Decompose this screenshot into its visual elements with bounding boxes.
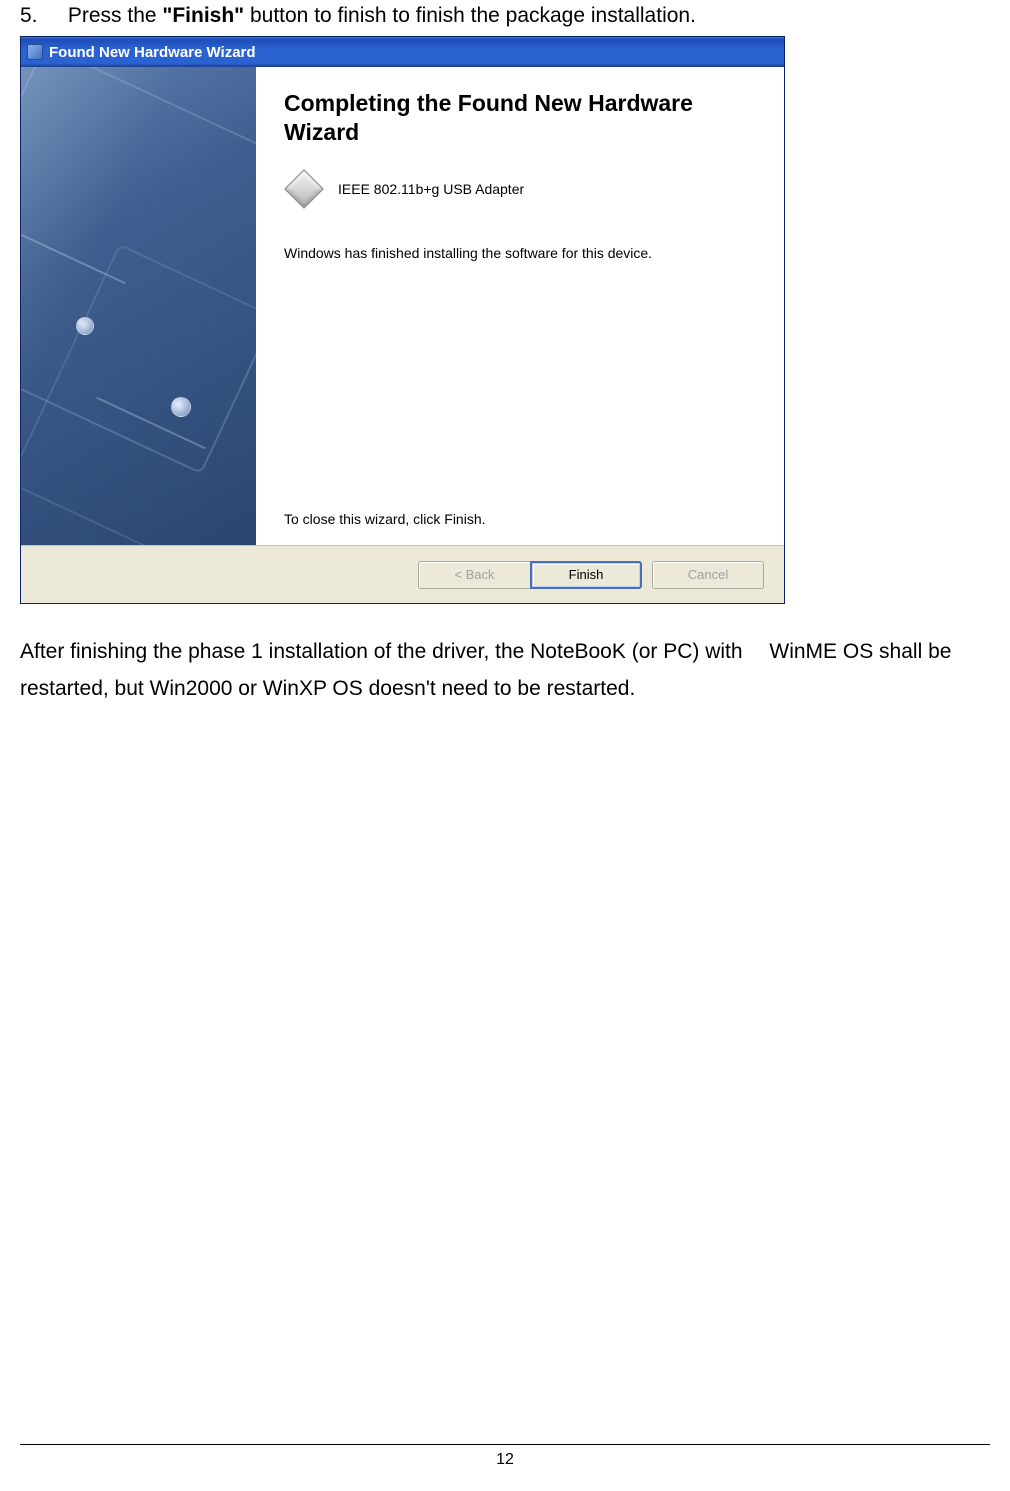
wizard-heading: Completing the Found New Hardware Wizard — [284, 89, 756, 147]
close-hint: To close this wizard, click Finish. — [284, 511, 486, 527]
cancel-button: Cancel — [652, 561, 764, 589]
step-text-pre: Press the — [68, 4, 163, 27]
wizard-dialog: Found New Hardware Wizard Completing the… — [20, 36, 785, 604]
device-icon — [284, 169, 324, 209]
status-text: Windows has finished installing the soft… — [284, 245, 756, 261]
titlebar-text: Found New Hardware Wizard — [49, 44, 256, 61]
back-button: < Back — [418, 561, 530, 589]
wizard-right-panel: Completing the Found New Hardware Wizard… — [256, 67, 784, 545]
body-paragraph: After finishing the phase 1 installation… — [20, 634, 990, 708]
wizard-left-panel — [21, 67, 256, 545]
step-number: 5. — [20, 4, 62, 28]
button-bar: < Back Finish Cancel — [21, 545, 784, 603]
titlebar: Found New Hardware Wizard — [21, 37, 784, 67]
wizard-icon — [27, 44, 43, 60]
device-row: IEEE 802.11b+g USB Adapter — [284, 169, 756, 209]
instruction-step: 5. Press the "Finish" button to finish t… — [20, 4, 990, 28]
device-name: IEEE 802.11b+g USB Adapter — [338, 181, 524, 197]
wizard-body: Completing the Found New Hardware Wizard… — [21, 67, 784, 545]
page-footer: 12 — [20, 1444, 990, 1469]
step-text-post: button to finish to finish the package i… — [244, 4, 696, 27]
page-number: 12 — [496, 1451, 514, 1468]
step-text-bold: "Finish" — [162, 4, 244, 27]
finish-button[interactable]: Finish — [530, 561, 642, 589]
